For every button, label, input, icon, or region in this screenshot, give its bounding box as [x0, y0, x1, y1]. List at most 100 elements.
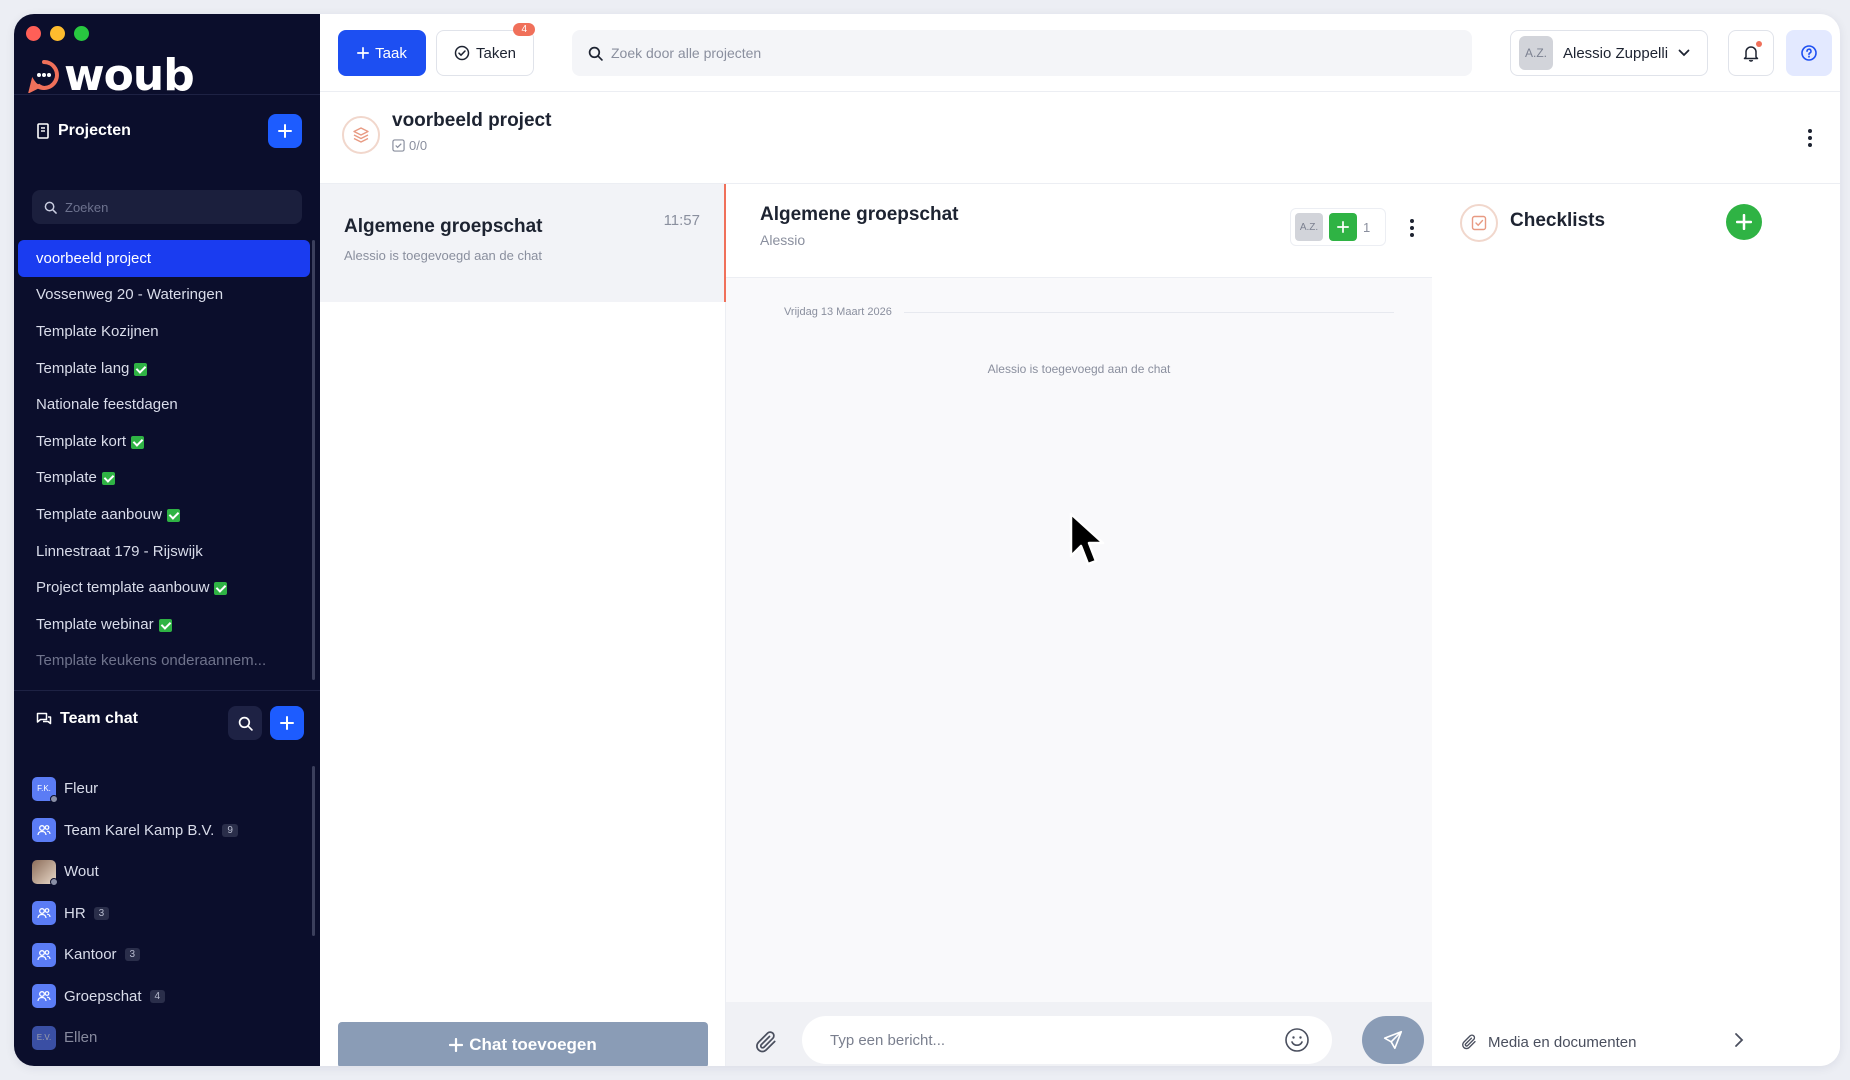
project-item[interactable]: Project template aanbouw [18, 569, 310, 606]
smiley-icon [1285, 1028, 1309, 1052]
media-documents-link[interactable]: Media en documenten [1460, 1024, 1760, 1060]
conversation-time: 11:57 [663, 212, 700, 229]
add-checklist-button[interactable] [1726, 204, 1762, 240]
checklist-icon [1460, 204, 1498, 242]
attach-button[interactable] [748, 1024, 784, 1060]
check-icon [134, 362, 148, 376]
project-item[interactable]: Template webinar [18, 606, 310, 643]
avatar: A.Z. [1295, 213, 1323, 241]
chat-title: Algemene groepschat [760, 204, 959, 225]
team-chat-title: Team chat [60, 710, 138, 727]
project-search-input[interactable] [65, 199, 285, 215]
minimize-window-button[interactable] [50, 26, 65, 41]
checkbox-icon [392, 139, 405, 152]
chat-item[interactable]: Wout [32, 851, 302, 893]
project-item[interactable]: Nationale feestdagen [18, 386, 310, 423]
group-icon [32, 984, 56, 1009]
layers-icon [342, 116, 380, 154]
project-item[interactable]: Template [18, 460, 310, 497]
group-icon [32, 942, 56, 967]
chevron-down-icon [1678, 49, 1690, 57]
divider [14, 94, 320, 95]
plus-icon [357, 47, 370, 59]
date-separator: Vrijdag 13 Maart 2026 [784, 306, 1394, 318]
plus-icon [280, 716, 294, 730]
chat-item[interactable]: Kantoor 3 [32, 934, 302, 976]
projects-title: Projecten [58, 122, 131, 139]
project-list: voorbeeld project Vossenweg 20 - Waterin… [18, 240, 310, 679]
chat-item[interactable]: Groepschat 4 [32, 976, 302, 1018]
team-chat-header: Team chat [36, 710, 138, 728]
plus-icon [1337, 221, 1349, 233]
check-icon [214, 582, 228, 596]
global-search-input[interactable] [611, 45, 1431, 61]
project-item[interactable]: Template aanbouw [18, 496, 310, 533]
check-icon [166, 508, 180, 522]
message-composer [726, 1002, 1432, 1066]
building-icon [37, 123, 49, 139]
group-icon [32, 901, 56, 926]
help-button[interactable] [1786, 30, 1832, 76]
checklists-pane: Checklists Media en documenten [1432, 184, 1840, 1066]
top-bar: Taak Taken 4 A.Z. Alessio Zuppelli [320, 14, 1840, 92]
mouse-cursor-icon [1069, 512, 1105, 566]
conversation-item[interactable]: Algemene groepschat Alessio is toegevoeg… [320, 184, 726, 302]
chat-members[interactable]: A.Z. 1 [1290, 208, 1386, 246]
project-item[interactable]: Template keukens onderaannem... [18, 643, 310, 680]
chat-item[interactable]: Team Karel Kamp B.V. 9 [32, 810, 302, 852]
search-chats-button[interactable] [228, 706, 262, 740]
user-menu[interactable]: A.Z. Alessio Zuppelli [1510, 30, 1708, 76]
project-item[interactable]: Linnestraat 179 - Rijswijk [18, 533, 310, 570]
new-task-button[interactable]: Taak [338, 30, 426, 76]
avatar: A.Z. [1519, 36, 1553, 70]
message-input-wrap[interactable] [802, 1016, 1332, 1064]
chat-item[interactable]: F.K. Fleur [32, 768, 302, 810]
conversation-preview: Alessio is toegevoegd aan de chat [344, 248, 543, 263]
chevron-right-icon [1735, 1033, 1744, 1047]
notifications-button[interactable] [1728, 30, 1774, 76]
message-input[interactable] [830, 1031, 1270, 1049]
sidebar: woub Projecten voorbeeld project Vossenw… [14, 14, 320, 1066]
project-item[interactable]: Template kort [18, 423, 310, 460]
send-button[interactable] [1362, 1016, 1424, 1064]
paperclip-icon [756, 1031, 776, 1053]
chat-list-scrollbar[interactable] [312, 766, 315, 936]
chat-header: Algemene groepschat Alessio A.Z. 1 [726, 184, 1432, 278]
team-chat-list: F.K. Fleur Team Karel Kamp B.V. 9 Wout H… [32, 768, 302, 1059]
project-list-scrollbar[interactable] [312, 240, 315, 680]
presence-indicator [50, 877, 58, 886]
emoji-button[interactable] [1284, 1027, 1310, 1058]
close-window-button[interactable] [26, 26, 41, 41]
project-item[interactable]: Template lang [18, 350, 310, 387]
project-item[interactable]: Template Kozijnen [18, 313, 310, 350]
avatar: F.K. [32, 776, 58, 803]
project-item[interactable]: voorbeeld project [18, 240, 310, 277]
add-project-button[interactable] [268, 114, 302, 148]
tasks-button[interactable]: Taken 4 [436, 23, 535, 76]
presence-indicator [50, 794, 58, 803]
chat-more-button[interactable] [1402, 216, 1422, 240]
user-name: Alessio Zuppelli [1563, 44, 1669, 62]
check-circle-icon [454, 45, 470, 61]
notification-dot [1756, 41, 1762, 47]
add-member-button[interactable] [1329, 213, 1357, 241]
add-chat-button[interactable]: Chat toevoegen [338, 1022, 708, 1066]
project-search[interactable] [32, 190, 302, 224]
search-icon [588, 46, 603, 61]
project-more-button[interactable] [1800, 126, 1820, 150]
avatar: E.V. [32, 1025, 56, 1050]
project-item[interactable]: Vossenweg 20 - Wateringen [18, 277, 310, 314]
chat-item[interactable]: HR 3 [32, 893, 302, 935]
divider [14, 690, 320, 691]
unread-count-badge: 9 [222, 823, 238, 837]
global-search[interactable] [572, 30, 1472, 76]
plus-icon [278, 124, 292, 138]
add-chat-button[interactable] [270, 706, 304, 740]
project-title: voorbeeld project [392, 110, 552, 131]
plus-icon [1736, 214, 1752, 230]
avatar [32, 859, 58, 886]
maximize-window-button[interactable] [74, 26, 89, 41]
group-icon [32, 818, 56, 843]
plus-icon [449, 1038, 464, 1052]
chat-item[interactable]: E.V. Ellen [32, 1017, 302, 1059]
